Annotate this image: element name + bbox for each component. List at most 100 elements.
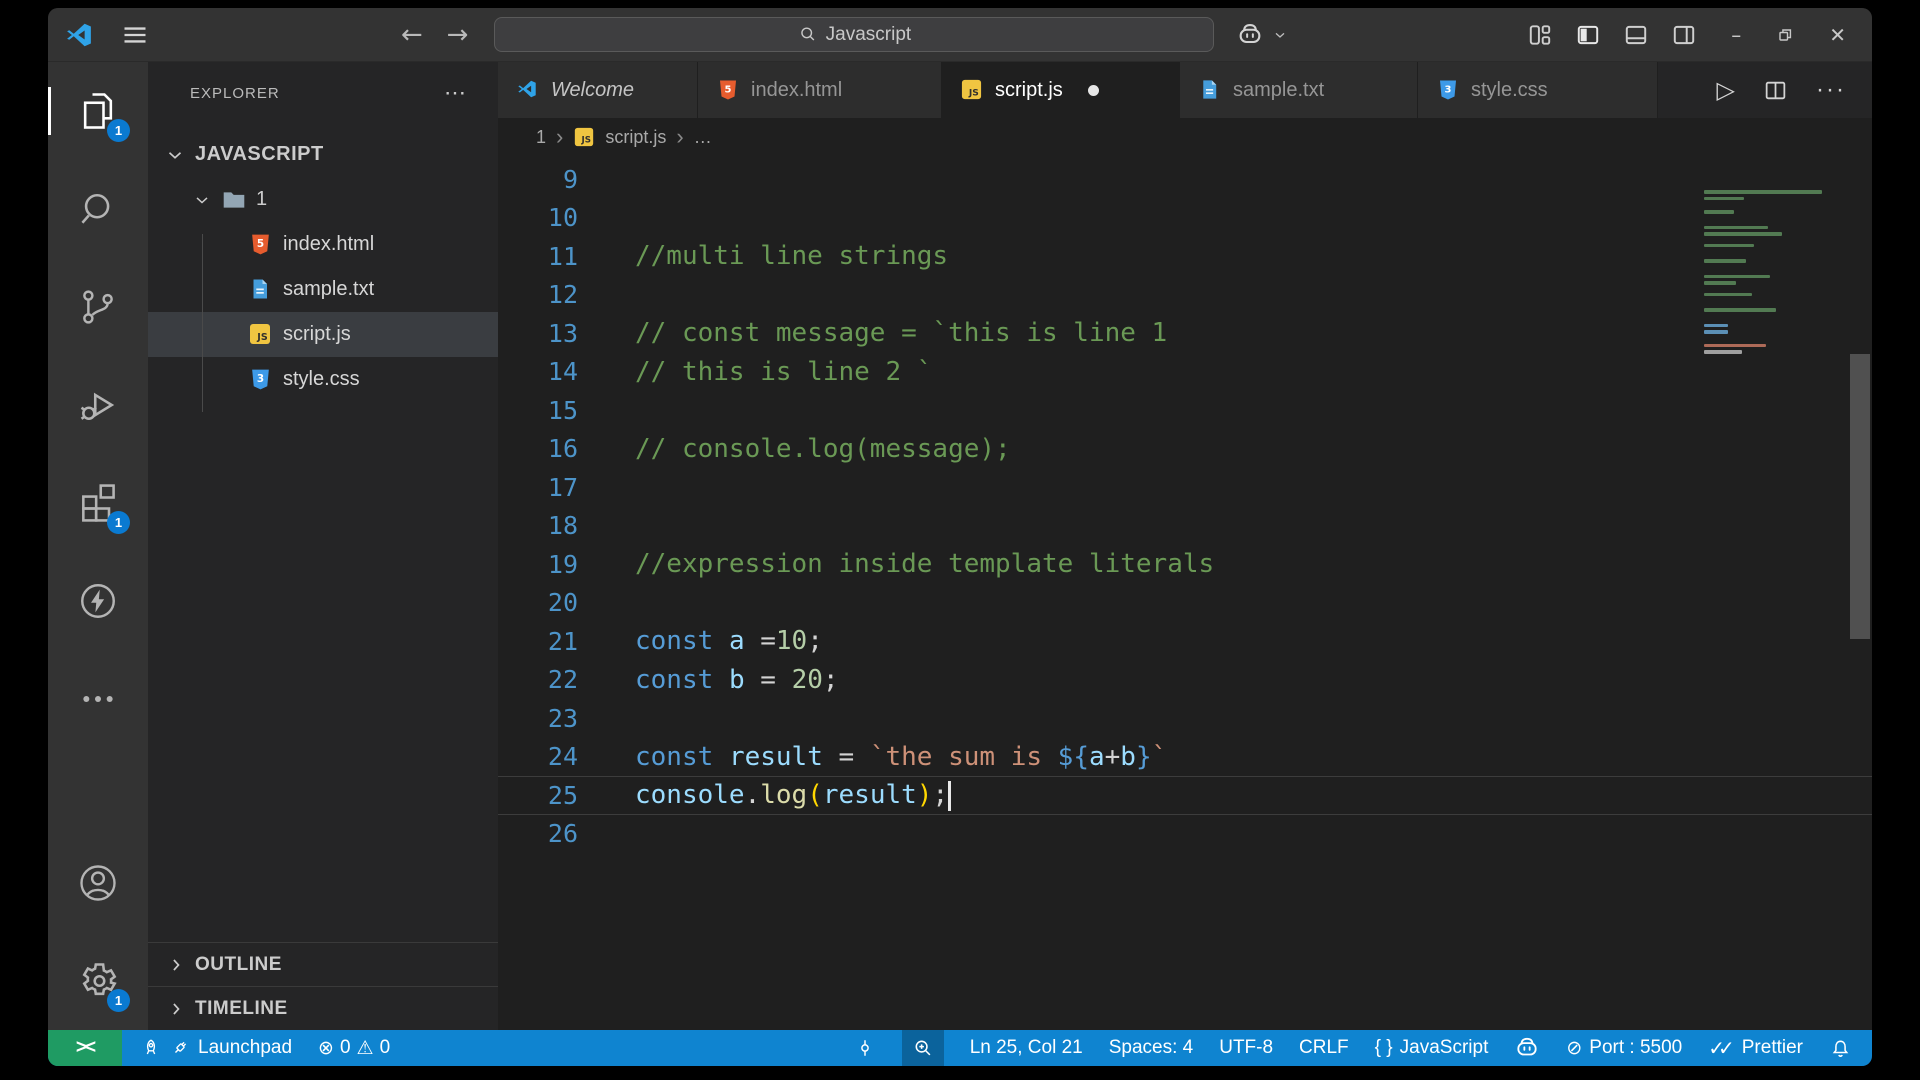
folder-icon — [221, 187, 247, 213]
remote-indicator[interactable]: >< — [48, 1030, 122, 1066]
chevron-right-icon — [166, 955, 186, 975]
error-count: 0 — [339, 1037, 351, 1058]
menu-hamburger-icon[interactable] — [120, 20, 150, 50]
code-line-9[interactable]: 9 — [498, 160, 1872, 199]
search-icon — [800, 27, 814, 41]
code-editor[interactable]: 9 10 11//multi line strings 12 13// const me… — [498, 156, 1872, 1030]
customize-layout-icon[interactable] — [1527, 22, 1553, 48]
extensions-view-icon[interactable]: 1 — [48, 454, 148, 552]
formatter-item[interactable]: ✓✓ Prettier — [1708, 1036, 1803, 1060]
live-server-port-item[interactable]: ⊘ Port : 5500 — [1566, 1037, 1682, 1059]
editor-more-actions-icon[interactable]: ··· — [1816, 76, 1846, 104]
warning-count: 0 — [379, 1037, 391, 1058]
eol-item[interactable]: CRLF — [1299, 1037, 1349, 1059]
vscode-logo-icon — [64, 20, 94, 50]
run-debug-view-icon[interactable] — [48, 356, 148, 454]
chevron-down-icon — [164, 144, 186, 166]
settings-badge: 1 — [107, 989, 130, 1012]
problems-item[interactable]: ⊗ 0 ⚠ 0 — [318, 1037, 390, 1059]
search-view-icon[interactable] — [48, 160, 148, 258]
chevron-down-icon — [1275, 32, 1285, 38]
close-button[interactable]: ✕ — [1829, 23, 1846, 47]
workspace-section[interactable]: JAVASCRIPT — [148, 132, 498, 177]
code-line-24[interactable]: 24 const result = `the sum is ${a+b}` — [498, 738, 1872, 777]
command-search-input[interactable]: Javascript — [494, 17, 1215, 52]
notifications-item[interactable] — [1829, 1037, 1852, 1060]
copilot-icon — [1240, 23, 1261, 43]
tab-sample-txt[interactable]: sample.txt — [1180, 62, 1418, 118]
double-check-icon: ✓✓ — [1708, 1036, 1734, 1060]
file-row-style-css[interactable]: 3 style.css — [148, 357, 498, 402]
line-number: 23 — [547, 703, 578, 733]
code-line-17[interactable]: 17 — [498, 468, 1872, 507]
code-lines: 9 10 11//multi line strings 12 13// const me… — [498, 156, 1872, 853]
title-bar: ← → Javascript – ✕ — [48, 8, 1872, 62]
explorer-sidebar: EXPLORER ⋯ JAVASCRIPT 1 5 index.html sam… — [148, 62, 498, 1030]
explorer-title: EXPLORER — [190, 84, 280, 102]
explorer-view-icon[interactable]: 1 — [48, 62, 148, 160]
minimap[interactable] — [1704, 190, 1826, 357]
explorer-actions-icon[interactable]: ⋯ — [444, 80, 468, 106]
toggle-panel-icon[interactable] — [1623, 22, 1649, 48]
code-line-20[interactable]: 20 — [498, 584, 1872, 623]
run-file-button[interactable]: ▷ — [1717, 76, 1735, 104]
editor-scrollbar[interactable] — [1848, 156, 1872, 1030]
text-file-icon — [248, 277, 274, 303]
source-control-view-icon[interactable] — [48, 258, 148, 356]
code-line-13[interactable]: 13// const message = `this is line 1 — [498, 314, 1872, 353]
accounts-icon[interactable] — [48, 834, 148, 932]
code-line-15[interactable]: 15 — [498, 391, 1872, 430]
scrollbar-thumb[interactable] — [1850, 354, 1870, 639]
code-line-22[interactable]: 22 const b = 20; — [498, 661, 1872, 700]
rocket-icon — [146, 1039, 156, 1055]
copilot-status-item[interactable] — [1514, 1035, 1540, 1061]
launchpad-item[interactable]: Launchpad — [140, 1037, 292, 1059]
code-line-10[interactable]: 10 — [498, 199, 1872, 238]
code-line-25[interactable]: 25 console.log(result); — [498, 776, 1872, 815]
encoding-item[interactable]: UTF-8 — [1219, 1037, 1273, 1059]
more-views-icon[interactable] — [48, 650, 148, 748]
indentation-item[interactable]: Spaces: 4 — [1109, 1037, 1194, 1059]
file-tree: JAVASCRIPT 1 5 index.html sample.txt JS … — [148, 132, 498, 412]
folder-row[interactable]: 1 — [148, 177, 498, 222]
code-line-23[interactable]: 23 — [498, 699, 1872, 738]
line-number: 17 — [547, 472, 578, 502]
code-line-16[interactable]: 16// console.log(message); — [498, 430, 1872, 469]
restore-button[interactable] — [1775, 25, 1795, 45]
svg-text:JS: JS — [256, 332, 268, 343]
file-row-index-html[interactable]: 5 index.html — [148, 222, 498, 267]
code-line-12[interactable]: 12 — [498, 276, 1872, 315]
breadcrumb[interactable]: 1 › JS script.js › … — [498, 118, 1872, 156]
tab-style-css[interactable]: 3 style.css — [1418, 62, 1658, 118]
tab-script-js[interactable]: JS script.js — [942, 62, 1180, 118]
code-line-11[interactable]: 11//multi line strings — [498, 237, 1872, 276]
file-row-script-js[interactable]: JS script.js — [148, 312, 498, 357]
minimize-button[interactable]: – — [1731, 23, 1741, 47]
outline-section[interactable]: OUTLINE — [148, 942, 498, 986]
code-line-21[interactable]: 21 const a =10; — [498, 622, 1872, 661]
code-line-14[interactable]: 14// this is line 2 ` — [498, 353, 1872, 392]
line-number: 14 — [547, 357, 578, 387]
cursor-position-item[interactable]: Ln 25, Col 21 — [970, 1037, 1083, 1059]
live-server-view-icon[interactable] — [48, 552, 148, 650]
settings-gear-icon[interactable]: 1 — [48, 932, 148, 1030]
code-line-19[interactable]: 19//expression inside template literals — [498, 545, 1872, 584]
line-number: 10 — [547, 203, 578, 233]
toggle-sidebar-icon[interactable] — [1575, 22, 1601, 48]
code-line-26[interactable]: 26 — [498, 815, 1872, 854]
code-line-18[interactable]: 18 — [498, 507, 1872, 546]
forward-button[interactable]: → — [447, 20, 469, 50]
split-editor-icon[interactable] — [1763, 78, 1788, 103]
language-mode-item[interactable]: { } JavaScript — [1375, 1037, 1489, 1059]
tab-welcome[interactable]: Welcome — [498, 62, 698, 118]
modified-dot-icon[interactable] — [1087, 84, 1099, 96]
file-row-sample-txt[interactable]: sample.txt — [148, 267, 498, 312]
toggle-secondary-sidebar-icon[interactable] — [1671, 22, 1697, 48]
copilot-menu-button[interactable] — [1236, 21, 1288, 49]
back-button[interactable]: ← — [401, 20, 423, 50]
zoom-indicator[interactable] — [901, 1030, 944, 1066]
screencast-item[interactable] — [854, 1037, 876, 1059]
timeline-section[interactable]: TIMELINE — [148, 986, 498, 1030]
activity-bar: 1 1 1 — [48, 62, 148, 1030]
tab-index-html[interactable]: 5 index.html — [698, 62, 942, 118]
